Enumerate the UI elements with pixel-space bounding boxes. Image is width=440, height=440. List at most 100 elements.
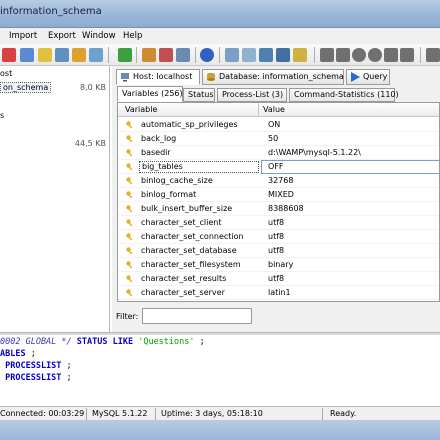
tab-variables[interactable]: Variables (256) bbox=[117, 86, 183, 102]
delete-record-icon[interactable] bbox=[368, 48, 382, 62]
variable-value: utf8 bbox=[268, 218, 285, 227]
tab-variables-label: Variables (256) bbox=[122, 89, 183, 98]
column-variable-header[interactable]: Variable bbox=[125, 105, 157, 114]
menu-help[interactable]: Help bbox=[123, 31, 142, 41]
tab-status-label: Status bbox=[188, 90, 214, 99]
key-icon bbox=[126, 219, 133, 227]
search-icon[interactable] bbox=[72, 48, 86, 62]
variable-name: character_set_connection bbox=[141, 232, 244, 241]
key-icon bbox=[126, 289, 133, 297]
table-row[interactable]: back_log 50 bbox=[118, 132, 439, 146]
table-row[interactable]: automatic_sp_privileges ON bbox=[118, 118, 439, 132]
cancel-record-icon[interactable] bbox=[400, 48, 414, 62]
key-icon bbox=[126, 163, 133, 171]
tree-item-size: 8,0 KB bbox=[80, 83, 106, 92]
variable-name: character_set_results bbox=[141, 274, 227, 283]
tab-process-list-label: Process-List (3) bbox=[222, 90, 284, 99]
key-icon bbox=[126, 135, 133, 143]
status-connected: Connected: 00:03:29 bbox=[0, 409, 85, 418]
window-titlebar[interactable]: information_schema bbox=[0, 0, 440, 28]
tree-item-size: 44,5 KB bbox=[74, 139, 106, 148]
tree-item-information-schema[interactable]: on_schema 8,0 KB bbox=[0, 82, 110, 93]
window-bottom-frame bbox=[0, 420, 440, 440]
table-icon[interactable] bbox=[55, 48, 69, 62]
find-icon[interactable] bbox=[89, 48, 103, 62]
help-icon[interactable] bbox=[200, 48, 214, 62]
variable-value: ON bbox=[268, 120, 281, 129]
status-version: MySQL 5.1.22 bbox=[92, 409, 148, 418]
table-row[interactable]: bulk_insert_buffer_size 8388608 bbox=[118, 202, 439, 216]
more-icon[interactable] bbox=[426, 48, 440, 62]
clipboard-icon[interactable] bbox=[38, 48, 52, 62]
tab-command-statistics[interactable]: Command-Statistics (110) bbox=[289, 88, 399, 102]
sql-file-icon[interactable] bbox=[259, 48, 273, 62]
status-uptime: Uptime: 3 days, 05:18:10 bbox=[161, 409, 263, 418]
variable-value: 32768 bbox=[268, 176, 294, 185]
variable-name: basedir bbox=[141, 148, 171, 157]
save-icon[interactable] bbox=[276, 48, 290, 62]
export-icon[interactable] bbox=[225, 48, 239, 62]
copy-icon[interactable] bbox=[20, 48, 34, 62]
tree-item-label: on_schema bbox=[0, 82, 52, 93]
stop-icon[interactable] bbox=[2, 48, 16, 62]
variable-name: binlog_format bbox=[141, 190, 197, 199]
variable-name: binlog_cache_size bbox=[141, 176, 213, 185]
variable-value: utf8 bbox=[268, 246, 285, 255]
variable-value: d:\WAMP\mysql-5.1.22\ bbox=[268, 148, 361, 157]
log-line: 0002 GLOBAL */ STATUS LIKE 'Questions' ; bbox=[0, 337, 205, 347]
host-panel: Host: localhost Database: information_sc… bbox=[112, 66, 440, 332]
column-value-header[interactable]: Value bbox=[263, 105, 285, 114]
table-row[interactable]: character_set_server latin1 bbox=[118, 286, 439, 300]
table-row[interactable]: basedir d:\WAMP\mysql-5.1.22\ bbox=[118, 146, 439, 160]
load-icon[interactable] bbox=[293, 48, 307, 62]
import-icon[interactable] bbox=[242, 48, 256, 62]
maintenance-icon[interactable] bbox=[176, 48, 190, 62]
table-row[interactable]: character_set_filesystem binary bbox=[118, 258, 439, 272]
tree-item-label: ost bbox=[0, 69, 13, 78]
tree-item-label: s bbox=[0, 111, 5, 120]
variables-grid[interactable]: Variable Value automatic_sp_privileges ON… bbox=[117, 102, 440, 302]
post-record-icon[interactable] bbox=[384, 48, 398, 62]
tab-query-label: Query bbox=[363, 72, 388, 81]
add-record-icon[interactable] bbox=[352, 48, 366, 62]
menu-import[interactable]: Import bbox=[9, 31, 37, 41]
database-tree[interactable]: ost on_schema 8,0 KB s 44,5 KB bbox=[0, 66, 110, 332]
table-row[interactable]: binlog_format MIXED bbox=[118, 188, 439, 202]
tree-item-host[interactable]: ost bbox=[0, 69, 12, 78]
value-cell-focus[interactable] bbox=[261, 160, 439, 174]
tab-process-list[interactable]: Process-List (3) bbox=[217, 88, 287, 102]
play-icon bbox=[351, 72, 360, 82]
host-icon bbox=[121, 73, 129, 82]
key-icon bbox=[126, 191, 133, 199]
flush-icon[interactable] bbox=[159, 48, 173, 62]
tab-database[interactable]: Database: information_schema bbox=[202, 69, 344, 85]
filter-input[interactable] bbox=[142, 308, 252, 324]
sql-log[interactable]: 0002 GLOBAL */ STATUS LIKE 'Questions' ;… bbox=[0, 335, 440, 406]
status-bar: Connected: 00:03:29 MySQL 5.1.22 Uptime:… bbox=[0, 406, 440, 420]
table-row[interactable]: character_set_connection utf8 bbox=[118, 230, 439, 244]
tree-item-db[interactable]: s bbox=[0, 111, 4, 120]
key-icon bbox=[126, 149, 133, 157]
table-row[interactable]: big_tables OFF bbox=[118, 160, 439, 174]
grid-header: Variable Value bbox=[118, 103, 439, 117]
tab-database-label: Database: information_schema bbox=[219, 72, 344, 81]
first-record-icon[interactable] bbox=[320, 48, 334, 62]
table-row[interactable]: character_set_database utf8 bbox=[118, 244, 439, 258]
window-title: information_schema bbox=[0, 6, 102, 17]
table-row[interactable]: character_set_client utf8 bbox=[118, 216, 439, 230]
tab-query[interactable]: Query bbox=[346, 69, 390, 85]
refresh-icon[interactable] bbox=[118, 48, 132, 62]
tab-host-label: Host: localhost bbox=[133, 72, 193, 81]
tab-status[interactable]: Status bbox=[183, 88, 215, 102]
table-row[interactable]: character_set_results utf8 bbox=[118, 272, 439, 286]
variable-name: bulk_insert_buffer_size bbox=[141, 204, 233, 213]
last-record-icon[interactable] bbox=[336, 48, 350, 62]
menu-export[interactable]: Export bbox=[48, 31, 76, 41]
table-row[interactable]: binlog_cache_size 32768 bbox=[118, 174, 439, 188]
key-icon bbox=[126, 233, 133, 241]
tab-host[interactable]: Host: localhost bbox=[116, 69, 200, 85]
variable-name: character_set_server bbox=[141, 288, 225, 297]
menu-bar: Import Export Window Help bbox=[0, 28, 440, 44]
users-icon[interactable] bbox=[142, 48, 156, 62]
menu-window[interactable]: Window bbox=[82, 31, 116, 41]
